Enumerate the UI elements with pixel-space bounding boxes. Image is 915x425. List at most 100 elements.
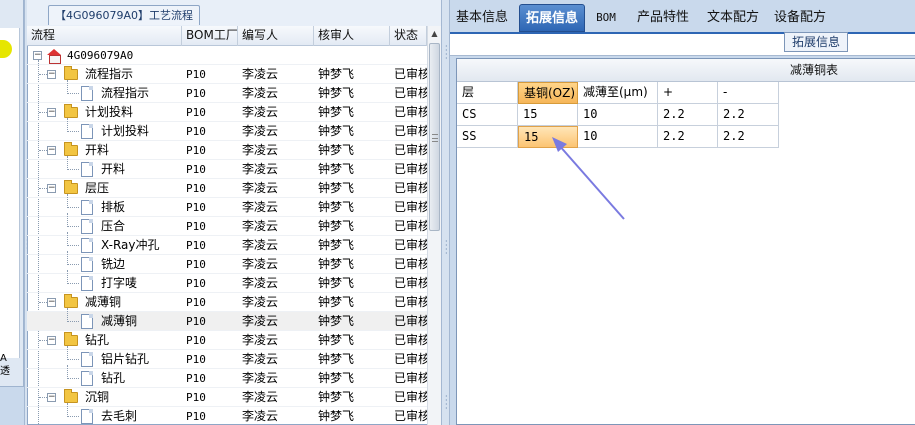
table-header-base-copper[interactable]: 基铜(OZ) [518, 82, 578, 104]
tab-extended-info[interactable]: 拓展信息 [519, 4, 585, 32]
tree-node[interactable]: 排板 [27, 194, 182, 217]
process-tree-title[interactable]: 【4G096079A0】工艺流程 [48, 5, 201, 25]
collapse-icon[interactable]: − [47, 393, 56, 402]
tree-row[interactable]: − 流程指示 P10 李凌云 钟梦飞 已审核 [27, 65, 427, 84]
tree-row[interactable]: 计划投料 P10 李凌云 钟梦飞 已审核 [27, 118, 427, 141]
tree-row[interactable]: 开料 P10 李凌云 钟梦飞 已审核 [27, 156, 427, 179]
tree-node[interactable]: − 减薄铜 [27, 293, 182, 312]
main-splitter[interactable]: · · · · · · · · · · · · [441, 0, 450, 425]
tree-row[interactable]: − 开料 P10 李凌云 钟梦飞 已审核 [27, 141, 427, 160]
tree-row[interactable]: − 4G096079A0 [27, 46, 427, 65]
column-header-process[interactable]: 流程 [27, 26, 182, 46]
tree-node[interactable]: 打字唛 [27, 270, 182, 293]
table-cell-layer[interactable]: CS [457, 104, 518, 126]
table-header-thin-to[interactable]: 减薄至(μm) [578, 82, 658, 104]
table-cell-plus[interactable]: 2.2 [658, 104, 718, 126]
cell-reviewer: 钟梦飞 [318, 238, 355, 252]
tree-row[interactable]: X-Ray冲孔 P10 李凌云 钟梦飞 已审核 [27, 232, 427, 255]
column-header-bom[interactable]: BOM工厂 [182, 26, 238, 46]
tree-node[interactable]: 开料 [27, 156, 182, 179]
tree-node[interactable]: − 沉铜 [27, 388, 182, 407]
tab-equipment-recipe[interactable]: 设备配方 [770, 4, 830, 32]
process-tree-grid: −4G096079A0− 流程指示 P10 李凌云 钟梦飞 已审核 流程指示 P10 李凌云 钟梦… [27, 46, 427, 425]
sub-tab-extended-info[interactable]: 拓展信息 [784, 32, 848, 52]
document-icon [81, 124, 93, 139]
tree-connector [67, 308, 68, 322]
tree-node-label: 排板 [101, 200, 126, 214]
tree-row[interactable]: 去毛刺 P10 李凌云 钟梦飞 已审核 [27, 403, 427, 425]
cell-bom-factory: P10 [186, 315, 206, 328]
table-cell-plus[interactable]: 2.2 [658, 126, 718, 148]
collapse-icon[interactable]: − [47, 184, 56, 193]
column-header-status[interactable]: 状态 [390, 26, 427, 46]
tree-node[interactable]: 铝片钻孔 [27, 346, 182, 369]
tree-node[interactable]: − 流程指示 [27, 65, 182, 84]
tree-node[interactable]: 去毛刺 [27, 403, 182, 425]
tree-row[interactable]: − 层压 P10 李凌云 钟梦飞 已审核 [27, 179, 427, 198]
tree-node[interactable]: − 钻孔 [27, 331, 182, 350]
tree-node[interactable]: − 计划投料 [27, 103, 182, 122]
collapse-icon[interactable]: − [33, 51, 42, 60]
collapse-icon[interactable]: − [47, 70, 56, 79]
grip-icon [432, 134, 438, 142]
tab-product-features[interactable]: 产品特性 [628, 4, 698, 32]
collapse-icon[interactable]: − [47, 298, 56, 307]
tab-basic-info[interactable]: 基本信息 [450, 4, 514, 32]
cell-writer: 李凌云 [242, 352, 279, 366]
table-header-layer[interactable]: 层 [457, 82, 518, 104]
tree-row[interactable]: − 沉铜 P10 李凌云 钟梦飞 已审核 [27, 388, 427, 407]
table-cell-base-copper[interactable]: 15 [518, 104, 578, 126]
tree-node[interactable]: 计划投料 [27, 118, 182, 141]
cell-status: 已审核 [394, 105, 427, 119]
tree-connector [39, 74, 47, 75]
collapse-icon[interactable]: − [47, 146, 56, 155]
main-splitter-grip-middle[interactable]: · · · · [445, 238, 448, 258]
tree-node-label: 开料 [85, 143, 110, 157]
tree-row[interactable]: − 减薄铜 P10 李凌云 钟梦飞 已审核 [27, 293, 427, 312]
scroll-thumb[interactable] [429, 43, 440, 231]
tree-connector [67, 403, 68, 417]
main-splitter-grip-top[interactable]: · · · · [445, 43, 448, 63]
tree-node[interactable]: 铣边 [27, 251, 182, 274]
tree-row[interactable]: 钻孔 P10 李凌云 钟梦飞 已审核 [27, 365, 427, 388]
tree-vertical-scrollbar[interactable]: ▲ [427, 26, 441, 425]
tree-row[interactable]: 排板 P10 李凌云 钟梦飞 已审核 [27, 194, 427, 217]
tree-row[interactable]: 铣边 P10 李凌云 钟梦飞 已审核 [27, 251, 427, 274]
column-header-reviewer[interactable]: 核审人 [314, 26, 390, 46]
tree-node[interactable]: − 层压 [27, 179, 182, 198]
tree-node-label: 开料 [101, 162, 126, 176]
tree-row[interactable]: 流程指示 P10 李凌云 钟梦飞 已审核 [27, 80, 427, 103]
table-cell-thin-to[interactable]: 10 [578, 104, 658, 126]
tree-node[interactable]: X-Ray冲孔 [27, 232, 182, 255]
table-cell-layer[interactable]: SS [457, 126, 518, 148]
tree-row[interactable]: − 计划投料 P10 李凌云 钟梦飞 已审核 [27, 103, 427, 122]
tree-row[interactable]: 打字唛 P10 李凌云 钟梦飞 已审核 [27, 270, 427, 293]
tree-row-selected[interactable]: 减薄铜 P10 李凌云 钟梦飞 已审核 [27, 308, 427, 331]
cell-writer: 李凌云 [242, 105, 279, 119]
tab-text-recipe[interactable]: 文本配方 [701, 4, 765, 32]
cell-bom-factory: P10 [186, 106, 206, 119]
table-caption-bar: 减薄铜表 [457, 59, 915, 82]
tree-node[interactable]: 减薄铜 [27, 308, 182, 331]
cell-reviewer: 钟梦飞 [318, 314, 355, 328]
scroll-up-arrow-icon[interactable]: ▲ [428, 26, 441, 42]
main-splitter-grip-bottom[interactable]: · · · · [445, 393, 448, 413]
tree-node[interactable]: 流程指示 [27, 80, 182, 103]
tab-bom[interactable]: BOM [590, 4, 622, 32]
tree-row[interactable]: 压合 P10 李凌云 钟梦飞 已审核 [27, 213, 427, 236]
collapse-icon[interactable]: − [47, 336, 56, 345]
collapse-icon[interactable]: − [47, 108, 56, 117]
table-cell-minus[interactable]: 2.2 [718, 104, 779, 126]
table-header-plus[interactable]: + [658, 82, 718, 104]
tree-node[interactable]: − 4G096079A0 [27, 46, 182, 65]
column-header-writer[interactable]: 编写人 [238, 26, 314, 46]
tree-node[interactable]: 钻孔 [27, 365, 182, 388]
tree-row[interactable]: − 钻孔 P10 李凌云 钟梦飞 已审核 [27, 331, 427, 350]
cell-writer: 李凌云 [242, 314, 279, 328]
tree-node[interactable]: 压合 [27, 213, 182, 236]
table-cell-minus[interactable]: 2.2 [718, 126, 779, 148]
document-icon [81, 238, 93, 253]
table-header-minus[interactable]: - [718, 82, 779, 104]
tree-row[interactable]: 铝片钻孔 P10 李凌云 钟梦飞 已审核 [27, 346, 427, 369]
tree-node[interactable]: − 开料 [27, 141, 182, 160]
